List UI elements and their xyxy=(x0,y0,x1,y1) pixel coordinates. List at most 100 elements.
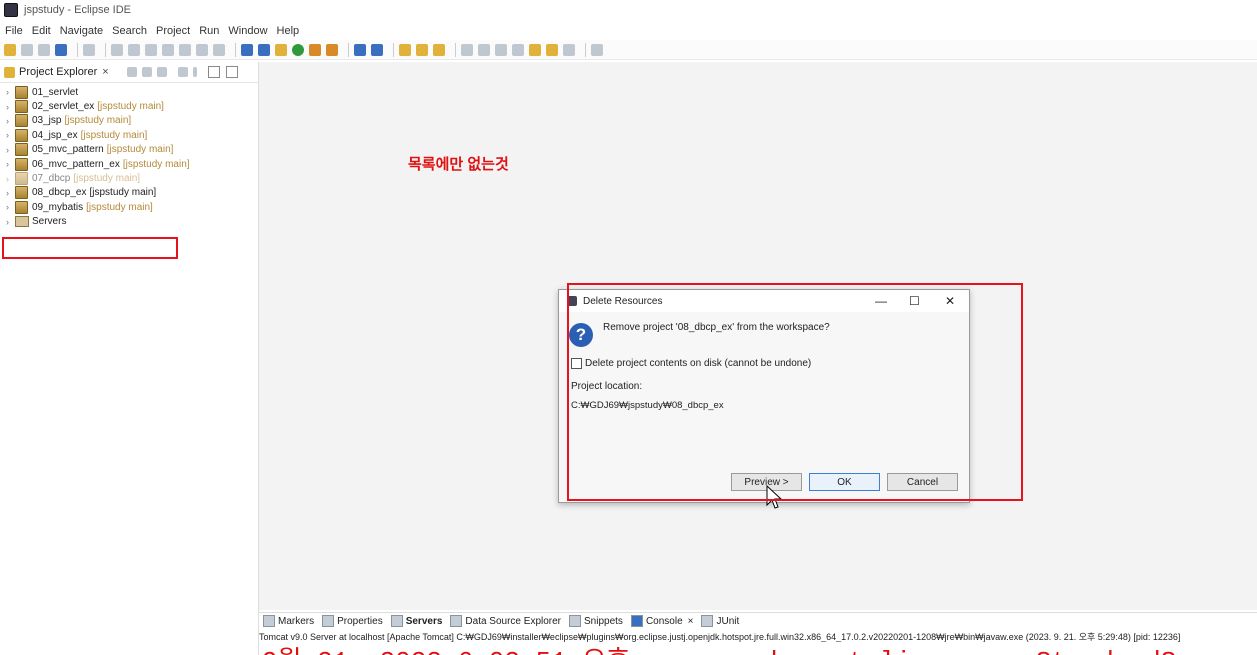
chevron-right-icon[interactable]: › xyxy=(6,217,15,227)
tree-item-03-jsp[interactable]: › 03_jsp [jspstudy main] xyxy=(0,114,258,128)
maximize-button[interactable]: ☐ xyxy=(909,294,920,308)
tree-item-05-mvc-pattern[interactable]: › 05_mvc_pattern [jspstudy main] xyxy=(0,143,258,157)
run-icon[interactable] xyxy=(292,43,304,56)
tab-console[interactable]: Console × xyxy=(630,615,694,627)
minimize-icon[interactable] xyxy=(207,66,220,78)
tree-item-06-mvc-pattern-ex[interactable]: › 06_mvc_pattern_ex [jspstudy main] xyxy=(0,157,258,171)
delete-contents-checkbox[interactable] xyxy=(571,358,582,369)
tree-item-07-dbcp[interactable]: › 07_dbcp [jspstudy main] xyxy=(0,171,258,186)
terminal-icon[interactable] xyxy=(55,43,67,56)
previous-annotation-icon[interactable] xyxy=(512,43,524,56)
tab-label: Servers xyxy=(405,615,443,627)
chevron-right-icon[interactable]: › xyxy=(6,174,15,184)
menu-edit[interactable]: Edit xyxy=(32,25,51,37)
eclipse-icon xyxy=(567,296,577,306)
collapse-all-icon[interactable] xyxy=(126,67,137,77)
menu-search[interactable]: Search xyxy=(112,25,147,37)
chevron-right-icon[interactable]: › xyxy=(6,159,15,169)
delete-contents-checkbox-row[interactable]: Delete project contents on disk (cannot … xyxy=(571,358,811,369)
save-icon[interactable] xyxy=(21,43,33,56)
chevron-right-icon[interactable]: › xyxy=(6,87,15,97)
toggle-block-selection-icon[interactable] xyxy=(258,43,270,56)
close-button[interactable]: ✕ xyxy=(945,294,955,308)
tab-servers[interactable]: Servers xyxy=(390,615,443,627)
tab-data-source-explorer[interactable]: Data Source Explorer xyxy=(450,615,561,627)
globe-icon[interactable] xyxy=(461,43,473,56)
step-return-icon[interactable] xyxy=(213,43,225,56)
suspend-icon[interactable] xyxy=(128,43,140,56)
tab-markers[interactable]: Markers xyxy=(263,615,314,627)
project-icon xyxy=(15,128,28,142)
project-explorer-tab[interactable]: Project Explorer × xyxy=(0,62,258,83)
step-over-icon[interactable] xyxy=(196,43,208,56)
menu-navigate[interactable]: Navigate xyxy=(60,25,103,37)
project-explorer-icon xyxy=(4,66,15,78)
ok-button[interactable]: OK xyxy=(809,473,880,491)
console-icon xyxy=(630,615,643,627)
tab-label: Markers xyxy=(278,615,315,627)
toggle-word-wrap-icon[interactable] xyxy=(241,43,253,56)
git-branch-label: [jspstudy main] xyxy=(106,144,174,156)
search-icon[interactable] xyxy=(433,43,445,56)
focus-icon[interactable] xyxy=(177,67,188,77)
chevron-right-icon[interactable]: › xyxy=(6,116,15,126)
last-edit-icon[interactable] xyxy=(529,43,541,56)
open-perspective-icon[interactable] xyxy=(591,43,603,56)
new-class-icon[interactable] xyxy=(371,43,383,56)
resume-icon[interactable] xyxy=(111,43,123,56)
step-into-icon[interactable] xyxy=(179,43,191,56)
new-server-icon[interactable] xyxy=(354,43,366,56)
project-icon xyxy=(15,143,28,157)
menu-project[interactable]: Project xyxy=(156,25,190,37)
save-all-icon[interactable] xyxy=(38,43,50,56)
tree-item-02-servlet-ex[interactable]: › 02_servlet_ex [jspstudy main] xyxy=(0,99,258,114)
tree-item-label: 07_dbcp xyxy=(32,173,71,185)
chevron-right-icon[interactable]: › xyxy=(6,102,15,112)
eclipse-window: jspstudy - Eclipse IDE File Edit Navigat… xyxy=(0,0,1257,655)
open-type-icon[interactable] xyxy=(399,43,411,56)
tab-properties[interactable]: Properties xyxy=(322,615,383,627)
tree-item-01-servlet[interactable]: › 01_servlet xyxy=(0,85,258,99)
toolbar-separator xyxy=(393,42,394,57)
open-task-icon[interactable] xyxy=(416,43,428,56)
minimize-button[interactable]: — xyxy=(875,294,887,308)
data-source-icon xyxy=(450,615,463,627)
back-icon[interactable] xyxy=(546,43,558,56)
next-annotation-icon[interactable] xyxy=(495,43,507,56)
tree-item-09-mybatis[interactable]: › 09_mybatis [jspstudy main] xyxy=(0,200,258,214)
tab-junit[interactable]: JUnit xyxy=(701,615,739,627)
tree-item-label: 02_servlet_ex xyxy=(32,101,95,113)
tab-snippets[interactable]: Snippets xyxy=(569,615,623,627)
close-icon[interactable]: × xyxy=(102,66,108,78)
toolbar-separator xyxy=(585,42,586,57)
filter-icon[interactable] xyxy=(156,67,167,77)
tree-item-08-dbcp-ex[interactable]: › 08_dbcp_ex [jspstudy main] xyxy=(0,186,258,200)
debug-icon[interactable] xyxy=(275,43,287,56)
pin-icon[interactable] xyxy=(478,43,490,56)
terminate-icon[interactable] xyxy=(145,43,157,56)
disconnect-icon[interactable] xyxy=(162,43,174,56)
coverage-icon[interactable] xyxy=(309,43,321,56)
cancel-button[interactable]: Cancel xyxy=(887,473,958,491)
close-icon[interactable]: × xyxy=(688,616,694,627)
tree-item-04-jsp-ex[interactable]: › 04_jsp_ex [jspstudy main] xyxy=(0,128,258,142)
chevron-right-icon[interactable]: › xyxy=(6,145,15,155)
delete-contents-label[interactable]: Delete project contents on disk (cannot … xyxy=(585,358,811,369)
folder-icon xyxy=(15,216,29,228)
view-menu-icon[interactable] xyxy=(192,67,197,77)
skip-breakpoints-icon[interactable] xyxy=(83,43,95,56)
external-tools-icon[interactable] xyxy=(326,43,338,56)
menu-file[interactable]: File xyxy=(5,25,23,37)
menu-run[interactable]: Run xyxy=(199,25,219,37)
chevron-right-icon[interactable]: › xyxy=(6,202,15,212)
chevron-right-icon[interactable]: › xyxy=(6,188,15,198)
menu-help[interactable]: Help xyxy=(277,25,300,37)
new-icon[interactable] xyxy=(4,43,16,56)
maximize-icon[interactable] xyxy=(225,66,238,78)
menu-window[interactable]: Window xyxy=(228,25,267,37)
link-with-editor-icon[interactable] xyxy=(141,67,152,77)
title-bar: jspstudy - Eclipse IDE xyxy=(0,0,1257,20)
chevron-right-icon[interactable]: › xyxy=(6,130,15,140)
forward-icon[interactable] xyxy=(563,43,575,56)
tree-item-servers[interactable]: › Servers xyxy=(0,215,258,229)
